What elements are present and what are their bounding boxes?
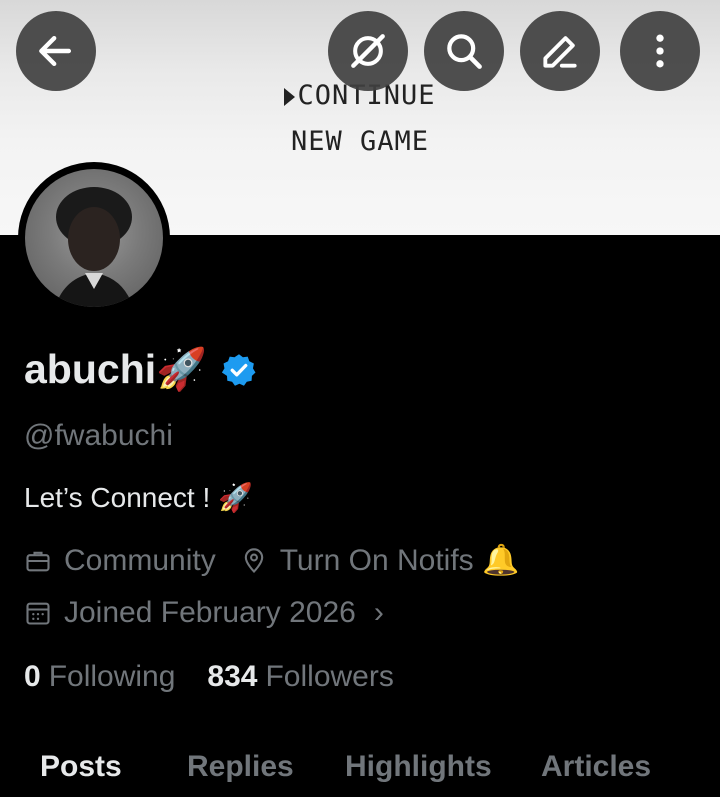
briefcase-icon	[26, 551, 50, 571]
arrow-left-icon	[39, 35, 72, 67]
verified-badge-icon[interactable]	[221, 352, 257, 388]
profile-category: Community	[64, 543, 216, 577]
more-vertical-icon	[656, 34, 664, 68]
following-link[interactable]: 0 Following	[24, 660, 175, 694]
more-button[interactable]	[620, 11, 700, 91]
profile-name-row: abuchi🚀	[24, 346, 257, 394]
edit-button[interactable]	[520, 11, 600, 91]
profile-handle: @fwabuchi	[24, 419, 173, 452]
followers-link[interactable]: 834 Followers	[207, 660, 393, 694]
calendar-icon	[26, 602, 50, 625]
profile-meta-row: Community Turn On Notifs 🔔	[24, 543, 519, 578]
location-pin-icon	[244, 547, 263, 573]
grok-icon	[351, 34, 385, 68]
grok-button[interactable]	[328, 11, 408, 91]
tab-articles[interactable]: Articles	[541, 750, 651, 784]
profile-name: abuchi🚀	[24, 346, 208, 392]
followers-count: 834	[207, 660, 258, 693]
chevron-right-icon: ›	[373, 596, 384, 629]
tab-highlights[interactable]: Highlights	[345, 750, 492, 784]
search-button[interactable]	[424, 11, 504, 91]
profile-joined-row[interactable]: Joined February 2026 ›	[24, 596, 384, 630]
profile-location: Turn On Notifs 🔔	[279, 544, 520, 577]
search-icon	[447, 34, 482, 69]
avatar[interactable]	[25, 169, 163, 307]
tab-replies[interactable]: Replies	[187, 750, 294, 784]
followers-label: Followers	[265, 660, 394, 693]
profile-joined: Joined February 2026	[64, 596, 356, 629]
follow-stats: 0 Following 834 Followers	[24, 660, 394, 694]
pencil-icon	[543, 36, 577, 68]
profile-tabs: Posts Replies Highlights Articles	[0, 750, 720, 797]
profile-bio: Let’s Connect ! 🚀	[24, 482, 253, 513]
avatar-ring[interactable]	[18, 162, 170, 314]
back-button[interactable]	[16, 11, 96, 91]
tab-posts[interactable]: Posts	[40, 750, 122, 784]
menu-cursor-icon	[284, 87, 296, 106]
following-label: Following	[48, 660, 176, 693]
banner-text-new-game: NEW GAME	[290, 126, 430, 157]
following-count: 0	[24, 660, 41, 693]
